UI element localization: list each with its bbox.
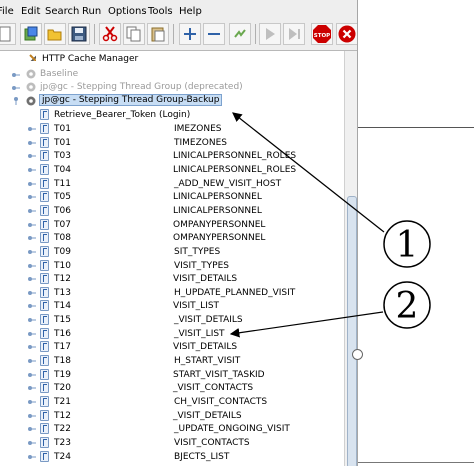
annotation-overlay: 1 2 (229, 112, 431, 338)
callout-1-arrow (232, 112, 385, 233)
callout-2-arrow (229, 311, 384, 338)
callout-2-number: 2 (396, 286, 419, 327)
callout-1-number: 1 (396, 225, 419, 266)
